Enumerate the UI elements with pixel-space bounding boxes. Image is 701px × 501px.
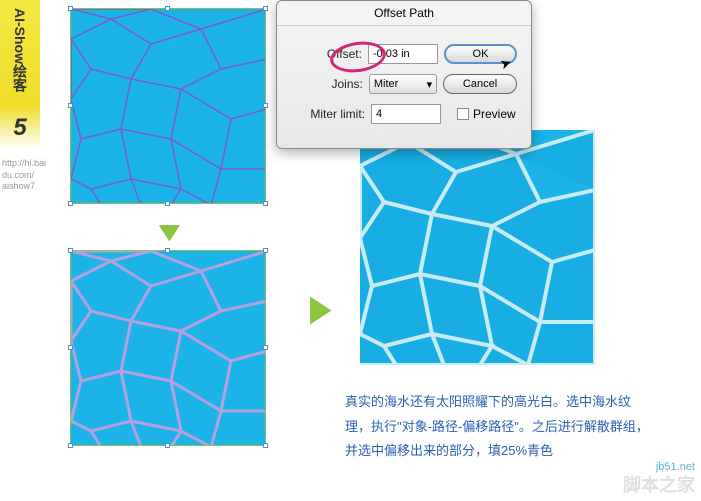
preview-checkbox[interactable] bbox=[457, 108, 469, 120]
source-url: http://hi.bai du.com/ aishow7 bbox=[2, 158, 46, 193]
voronoi-pattern-result bbox=[360, 130, 595, 365]
step-label: AI-Show绘客 bbox=[10, 8, 30, 92]
selection-handle[interactable] bbox=[165, 443, 170, 448]
selection-handle[interactable] bbox=[68, 201, 73, 206]
chevron-icon: ▾ bbox=[427, 78, 433, 91]
selection-handle[interactable] bbox=[165, 6, 170, 11]
miter-label: Miter limit: bbox=[291, 107, 365, 121]
miter-input[interactable] bbox=[371, 104, 441, 124]
arrow-right-icon: ▶ bbox=[310, 286, 334, 317]
selection-handle[interactable] bbox=[263, 443, 268, 448]
selection-handle[interactable] bbox=[263, 103, 268, 108]
cancel-button[interactable]: Cancel bbox=[443, 74, 517, 94]
preview-label: Preview bbox=[473, 107, 516, 121]
step-tag: AI-Show绘客 5 bbox=[0, 0, 40, 150]
dialog-title: Offset Path bbox=[277, 1, 531, 26]
selection-handle[interactable] bbox=[263, 345, 268, 350]
selection-handle[interactable] bbox=[165, 201, 170, 206]
voronoi-pattern-offset bbox=[71, 251, 265, 445]
selection-handle[interactable] bbox=[263, 248, 268, 253]
selection-handle[interactable] bbox=[263, 201, 268, 206]
selection-handle[interactable] bbox=[68, 248, 73, 253]
step-number: 5 bbox=[13, 114, 26, 142]
selection-handle[interactable] bbox=[68, 345, 73, 350]
seawater-pattern-before[interactable] bbox=[70, 8, 266, 204]
voronoi-pattern bbox=[71, 9, 265, 203]
selection-handle[interactable] bbox=[165, 248, 170, 253]
watermark-main: 脚本之家 bbox=[623, 471, 695, 497]
selection-handle[interactable] bbox=[68, 443, 73, 448]
seawater-pattern-offset[interactable] bbox=[70, 250, 266, 446]
seawater-pattern-result bbox=[360, 130, 595, 365]
description-text: 真实的海水还有太阳照耀下的高光白。选中海水纹理，执行"对象-路径-偏移路径"。之… bbox=[345, 390, 655, 464]
selection-handle[interactable] bbox=[263, 6, 268, 11]
arrow-down-icon: ▼ bbox=[151, 216, 182, 240]
selection-handle[interactable] bbox=[68, 6, 73, 11]
offset-path-dialog: Offset Path Offset: OK Joins: Miter▾ Can… bbox=[276, 0, 532, 149]
joins-select[interactable]: Miter▾ bbox=[369, 74, 437, 94]
selection-handle[interactable] bbox=[68, 103, 73, 108]
joins-label: Joins: bbox=[291, 77, 363, 91]
